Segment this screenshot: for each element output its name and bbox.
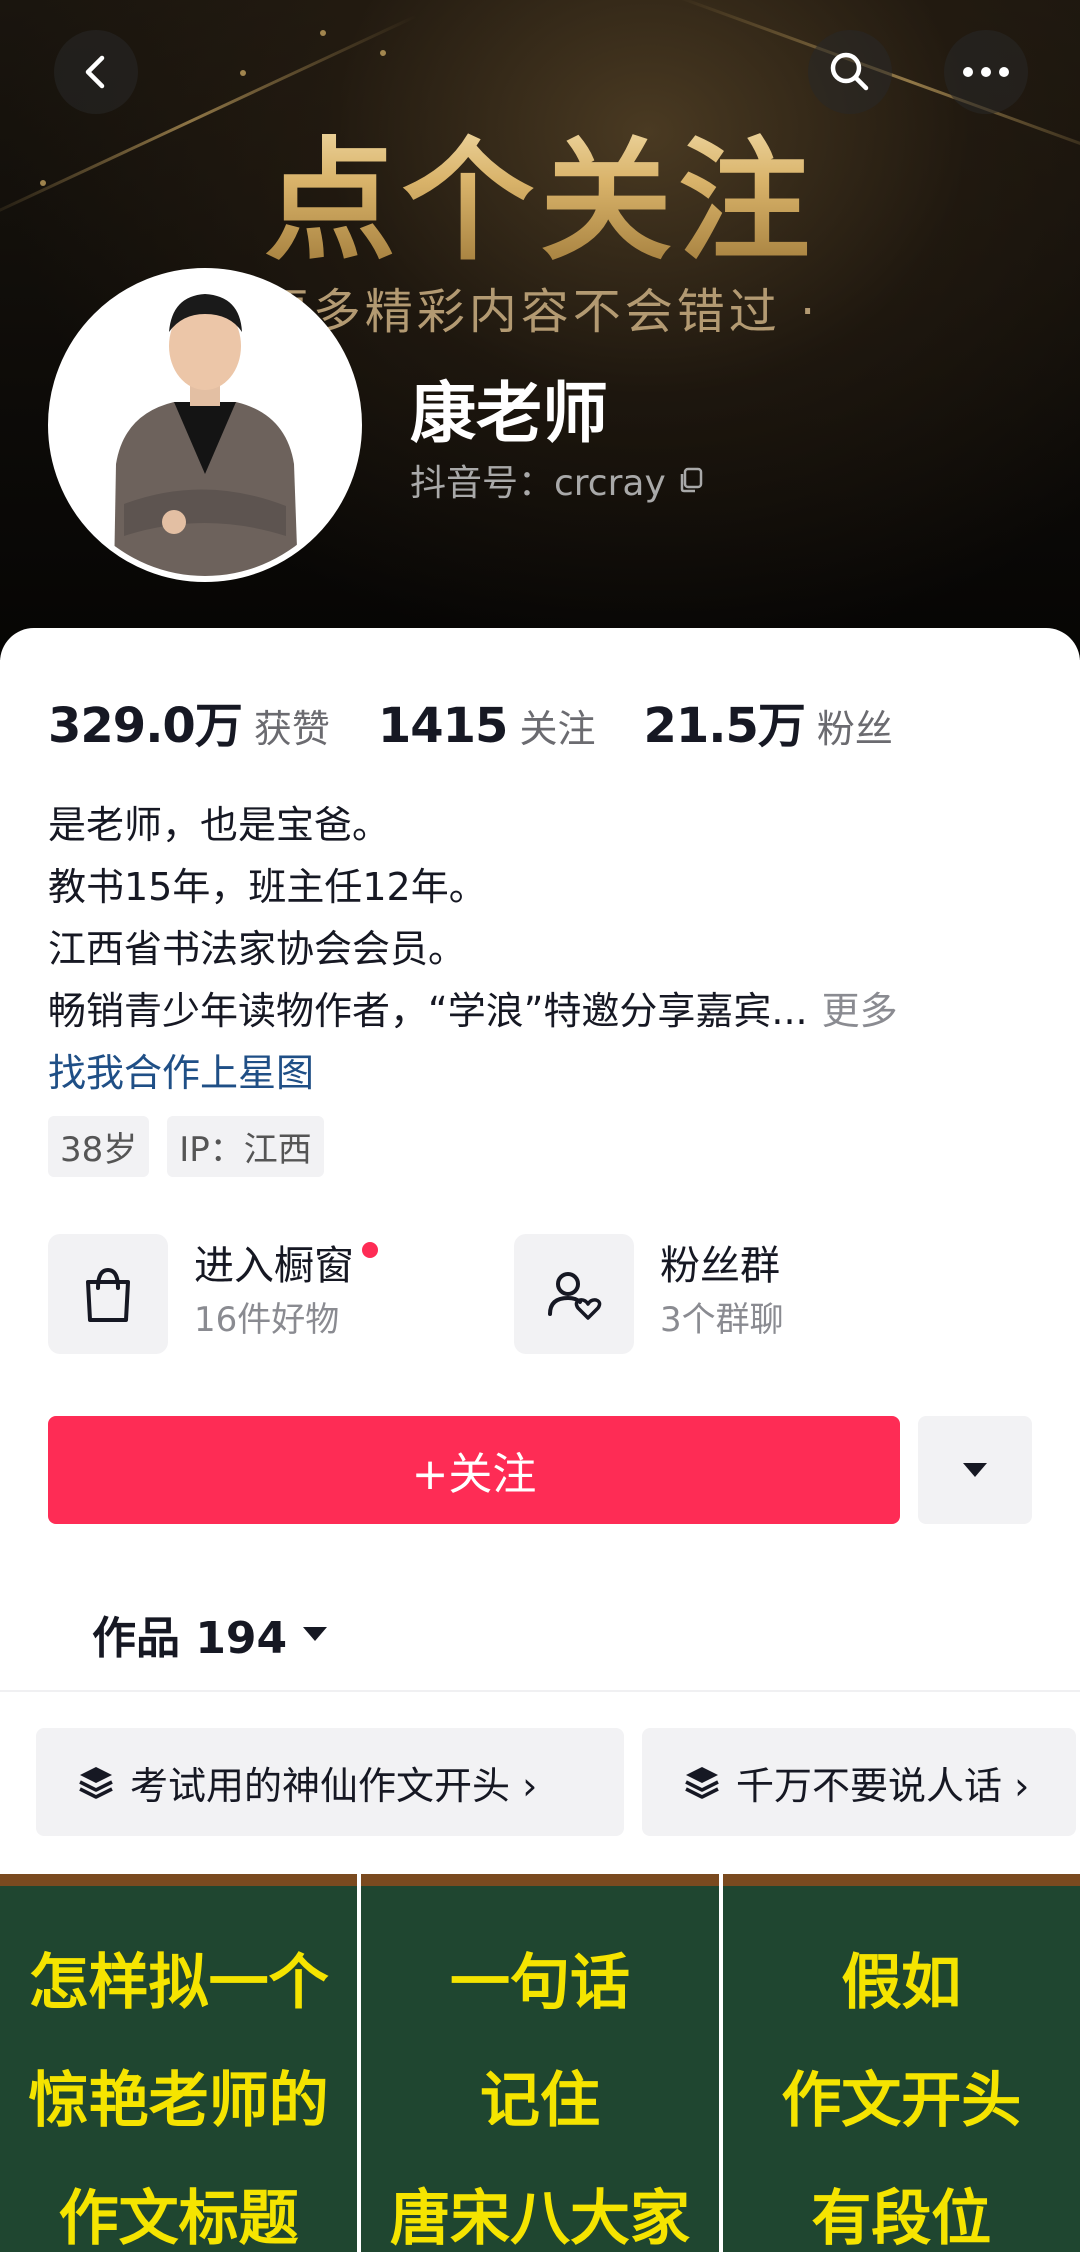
divider bbox=[0, 1690, 1080, 1692]
banner-title: 点个关注 bbox=[0, 95, 1080, 286]
video-thumbnail[interactable]: 一句话 记住 唐宋八大家 bbox=[361, 1874, 719, 2252]
chevron-left-icon bbox=[85, 55, 105, 89]
shop-subtitle: 16件好物 bbox=[194, 1300, 340, 1340]
caret-down-icon bbox=[303, 1627, 328, 1641]
shop-window-entry[interactable]: 进入橱窗 16件好物 bbox=[48, 1234, 378, 1354]
bio: 是老师，也是宝爸。 教书15年，班主任12年。 江西省书法家协会会员。 畅销青少… bbox=[48, 794, 1038, 1104]
stat-label: 粉丝 bbox=[816, 707, 893, 751]
caption-line: 有段位 bbox=[811, 2184, 992, 2252]
caption-line: 作文开头 bbox=[781, 2066, 1022, 2136]
ip-tag: IP：江西 bbox=[167, 1116, 324, 1177]
bio-line: 是老师，也是宝爸。 bbox=[48, 803, 391, 847]
collection-label: 考试用的神仙作文开头 › bbox=[130, 1763, 538, 1808]
collections-row: 考试用的神仙作文开头 › 千万不要说人话 › bbox=[36, 1728, 1080, 1836]
douyin-id[interactable]: 抖音号：crcray bbox=[410, 454, 706, 506]
caret-down-icon bbox=[963, 1463, 987, 1477]
shopping-bag-icon bbox=[86, 1267, 130, 1322]
fan-group-icon bbox=[548, 1272, 602, 1320]
stat-label: 获赞 bbox=[253, 707, 330, 751]
video-grid: 怎样拟一个 惊艳老师的 作文标题 一句话 记住 唐宋八大家 假如 作文开头 有段… bbox=[0, 1874, 1080, 2252]
fan-group-entry[interactable]: 粉丝群 3个群聊 bbox=[514, 1234, 784, 1354]
back-button[interactable] bbox=[54, 30, 138, 114]
stat-value: 329.0万 bbox=[48, 698, 243, 754]
layers-icon bbox=[79, 1767, 113, 1799]
stat-followers[interactable]: 21.5万 粉丝 bbox=[643, 686, 892, 756]
caption-line: 假如 bbox=[841, 1948, 962, 2018]
more-button[interactable] bbox=[944, 30, 1028, 114]
fan-group-subtitle: 3个群聊 bbox=[660, 1300, 784, 1340]
collection-label: 千万不要说人话 › bbox=[736, 1763, 1030, 1808]
more-icon bbox=[963, 67, 1009, 77]
caption-line: 怎样拟一个 bbox=[28, 1948, 329, 2018]
tab-works[interactable]: 作品 194 bbox=[92, 1602, 329, 1666]
search-button[interactable] bbox=[808, 30, 892, 114]
bio-line-last: 畅销青少年读物作者，“学浪”特邀分享嘉宾... 更多 bbox=[48, 980, 1038, 1042]
avatar[interactable] bbox=[48, 268, 362, 582]
age-tag: 38岁 bbox=[48, 1116, 150, 1177]
shop-icon-box bbox=[48, 1234, 168, 1354]
caption-line: 唐宋八大家 bbox=[389, 2184, 690, 2252]
video-thumbnail[interactable]: 假如 作文开头 有段位 bbox=[722, 1874, 1080, 2252]
banner-sparkle bbox=[320, 30, 326, 36]
tags-row: 38岁 IP：江西 bbox=[48, 1116, 324, 1177]
thumbnail-caption: 假如 作文开头 有段位 bbox=[723, 1924, 1080, 2252]
shop-title: 进入橱窗 bbox=[194, 1243, 354, 1289]
stat-following[interactable]: 1415 关注 bbox=[378, 698, 596, 754]
notification-dot bbox=[362, 1242, 378, 1258]
video-thumbnail[interactable]: 怎样拟一个 惊艳老师的 作文标题 bbox=[0, 1874, 358, 2252]
stat-likes[interactable]: 329.0万 获赞 bbox=[48, 686, 330, 756]
recommend-dropdown-button[interactable] bbox=[918, 1416, 1032, 1524]
collection-chip[interactable]: 千万不要说人话 › bbox=[642, 1728, 1076, 1836]
bio-line: 江西省书法家协会会员。 bbox=[48, 927, 467, 971]
stats-row: 329.0万 获赞 1415 关注 21.5万 粉丝 bbox=[48, 686, 941, 756]
profile-name: 康老师 bbox=[410, 375, 608, 452]
stat-label: 关注 bbox=[519, 707, 596, 751]
thumbnail-caption: 一句话 记住 唐宋八大家 bbox=[361, 1924, 718, 2252]
bio-line-text: 畅销青少年读物作者，“学浪”特邀分享嘉宾... bbox=[48, 989, 808, 1033]
stat-value: 21.5万 bbox=[643, 698, 805, 754]
caption-line: 记住 bbox=[479, 2066, 600, 2136]
caption-line: 作文标题 bbox=[58, 2184, 299, 2252]
profile-card: 329.0万 获赞 1415 关注 21.5万 粉丝 是老师，也是宝爸。 教书1… bbox=[0, 628, 1080, 2252]
banner-sparkle bbox=[240, 70, 246, 76]
search-icon bbox=[830, 52, 869, 91]
works-tab-label: 作品 194 bbox=[92, 1613, 288, 1664]
banner-sparkle bbox=[380, 50, 386, 56]
star-map-link[interactable]: 找我合作上星图 bbox=[48, 1042, 1038, 1104]
avatar-photo bbox=[54, 274, 356, 576]
fan-group-icon-box bbox=[514, 1234, 634, 1354]
thumbnail-caption: 怎样拟一个 惊艳老师的 作文标题 bbox=[0, 1924, 357, 2252]
bio-line: 教书15年，班主任12年。 bbox=[48, 865, 487, 909]
douyin-id-text: 抖音号：crcray bbox=[410, 463, 666, 504]
fan-group-title: 粉丝群 bbox=[660, 1243, 780, 1289]
layers-icon bbox=[685, 1767, 719, 1799]
follow-button[interactable]: +关注 bbox=[48, 1416, 900, 1524]
stat-value: 1415 bbox=[377, 698, 509, 754]
bio-more-link[interactable]: 更多 bbox=[822, 989, 898, 1033]
caption-line: 一句话 bbox=[449, 1948, 630, 2018]
copy-icon[interactable] bbox=[676, 465, 706, 495]
collection-chip[interactable]: 考试用的神仙作文开头 › bbox=[36, 1728, 624, 1836]
caption-line: 惊艳老师的 bbox=[28, 2066, 329, 2136]
shop-title-wrap: 进入橱窗 bbox=[194, 1240, 378, 1292]
